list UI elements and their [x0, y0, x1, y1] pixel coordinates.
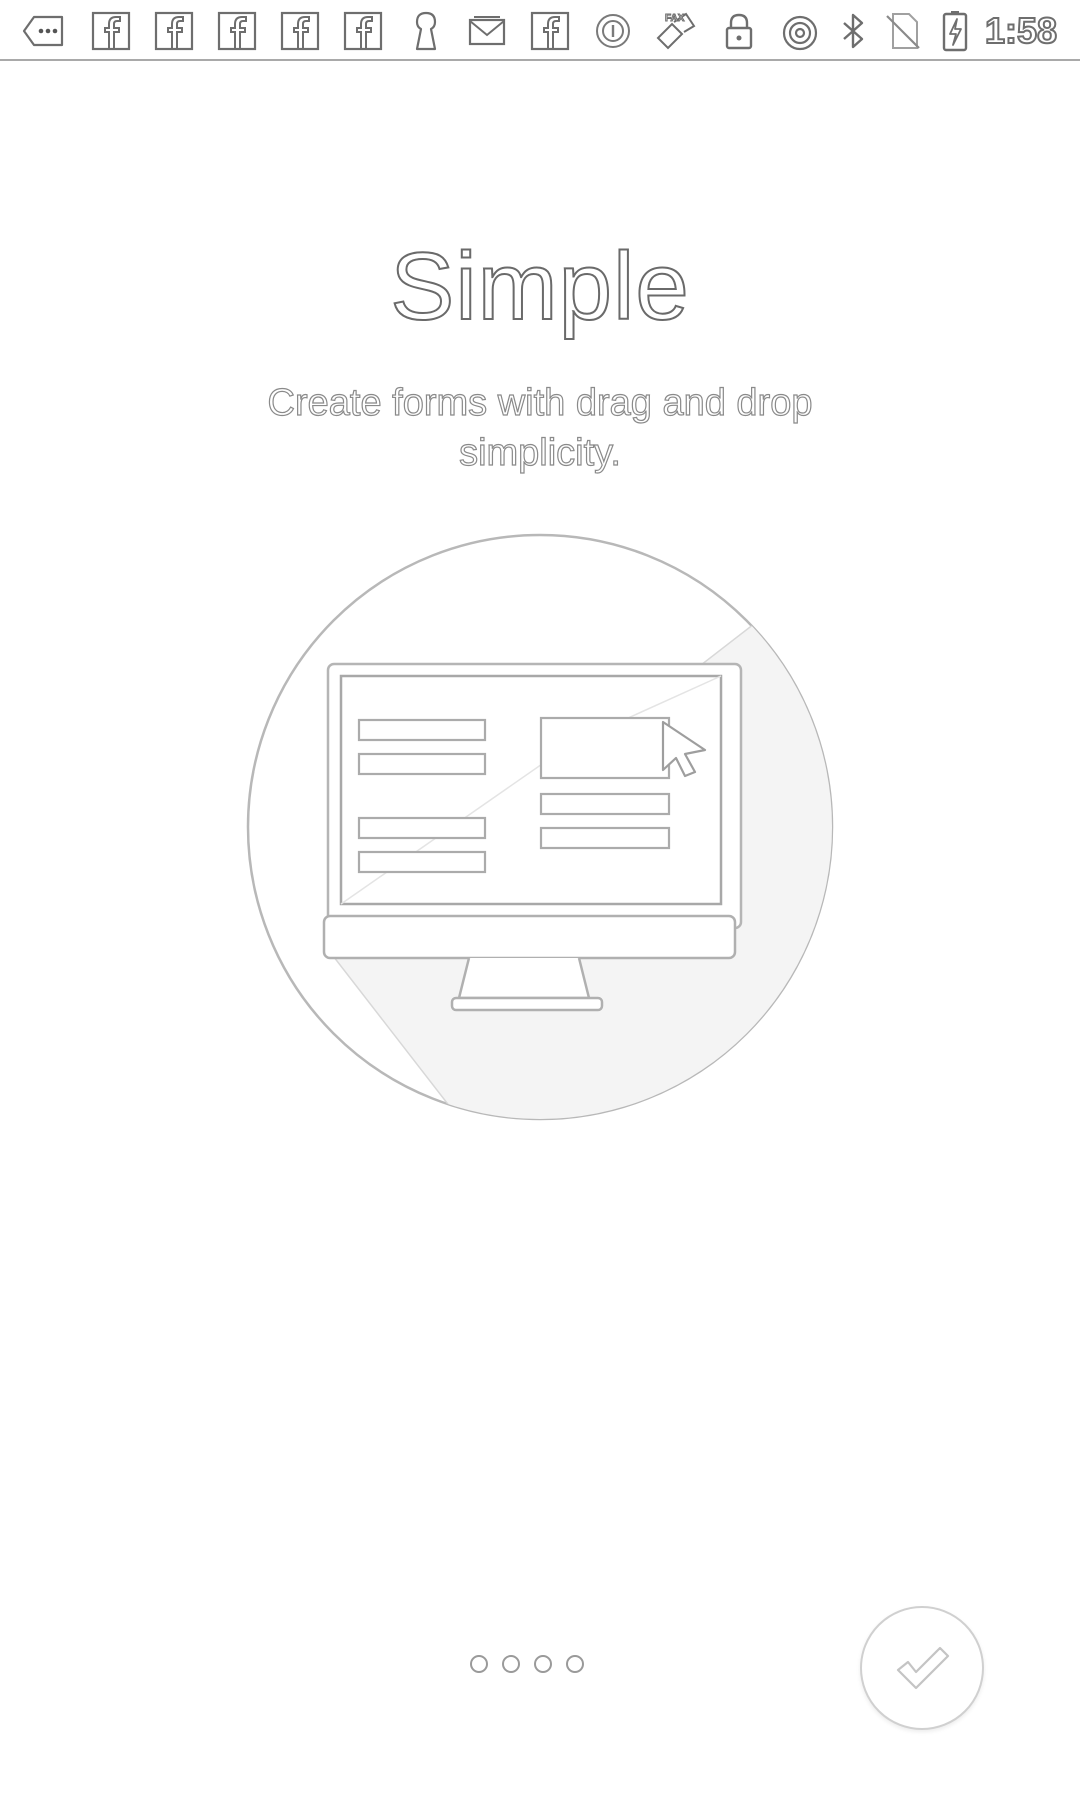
more-notifications-icon [20, 8, 66, 54]
page-dot-2[interactable] [502, 1655, 520, 1673]
facebook-icon [214, 8, 260, 54]
lock-icon [716, 8, 762, 54]
page-dot-1[interactable] [470, 1655, 488, 1673]
done-button[interactable] [860, 1606, 984, 1730]
battery-charging-icon [932, 8, 978, 54]
facebook-icon [277, 8, 323, 54]
hotspot-icon [777, 8, 823, 54]
status-clock: 1:58 [984, 9, 1058, 52]
facebook-icon [151, 8, 197, 54]
no-sim-icon [879, 8, 925, 54]
circle-app-icon [590, 8, 636, 54]
facebook-icon [88, 8, 134, 54]
svg-text:FAX: FAX [665, 13, 685, 24]
facebook-icon [527, 8, 573, 54]
page-indicator [470, 1655, 584, 1679]
page-subtitle: Create forms with drag and drop simplici… [267, 381, 813, 474]
checkmark-icon [896, 1646, 950, 1690]
facebook-icon [340, 8, 386, 54]
monitor-form-builder-icon [245, 532, 835, 1122]
fax-icon: FAX [652, 8, 698, 54]
page-dot-3[interactable] [534, 1655, 552, 1673]
status-bar: FAX 1:58 [0, 0, 1080, 61]
page-dot-4[interactable] [566, 1655, 584, 1673]
keyhole-icon [403, 8, 449, 54]
email-icon [464, 8, 510, 54]
bluetooth-icon [830, 8, 876, 54]
page-title: Simple [389, 232, 690, 341]
